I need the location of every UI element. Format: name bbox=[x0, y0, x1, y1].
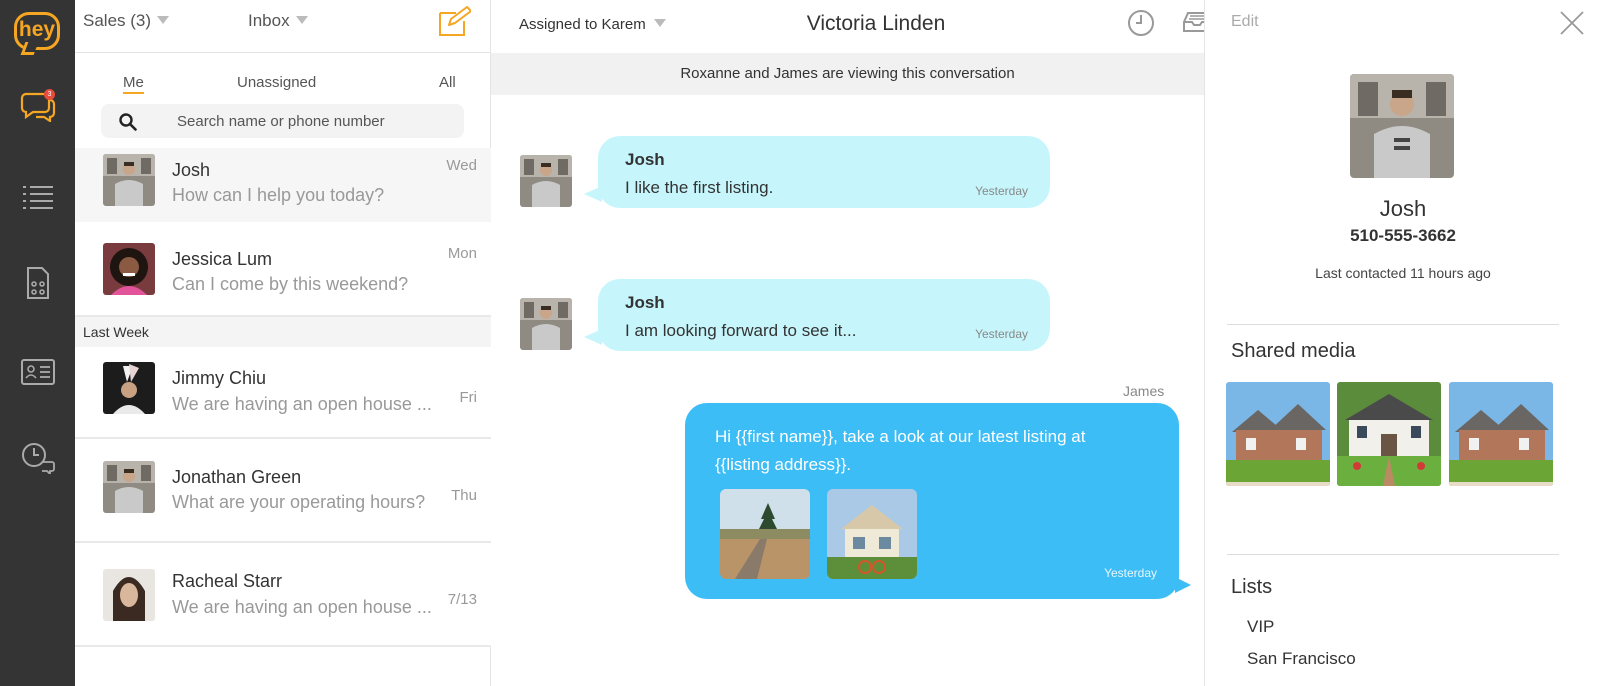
message-text: I like the first listing. bbox=[625, 178, 774, 197]
contact-avatar bbox=[1350, 74, 1454, 178]
search-box bbox=[101, 104, 464, 138]
outgoing-message: Hi {{first name}}, take a look at our la… bbox=[685, 403, 1191, 599]
incoming-message: Josh I am looking forward to see it... Y… bbox=[584, 279, 1050, 351]
avatar bbox=[103, 243, 155, 295]
conversation-date: Fri bbox=[459, 389, 478, 406]
search-icon bbox=[119, 113, 137, 131]
section-header-last-week: Last Week bbox=[75, 317, 491, 347]
clipboard-icon[interactable] bbox=[20, 266, 56, 300]
compose-icon[interactable] bbox=[437, 5, 471, 37]
message-preview: What are your operating hours? bbox=[172, 492, 426, 512]
conversation-item[interactable]: Jonathan Green What are your operating h… bbox=[75, 439, 491, 543]
attachment-image[interactable] bbox=[827, 489, 917, 579]
hey-logo[interactable]: hey bbox=[14, 12, 60, 50]
conversation-date: Wed bbox=[446, 157, 477, 174]
conversation-date: Mon bbox=[447, 245, 477, 262]
assignment-filter-tabs: Me Unassigned All bbox=[75, 74, 491, 96]
message-text: Hi {{first name}}, take a look at our la… bbox=[715, 427, 1086, 474]
folder-dropdown[interactable]: Inbox bbox=[248, 11, 308, 31]
unread-badge: 3 bbox=[44, 89, 55, 100]
attachment-image[interactable] bbox=[720, 489, 810, 579]
conversation-item[interactable]: Racheal Starr We are having an open hous… bbox=[75, 543, 491, 647]
app-root: hey 3 Sales (3) Inbox Me Unassigned All … bbox=[0, 0, 1600, 686]
tab-unassigned[interactable]: Unassigned bbox=[237, 74, 316, 91]
message-preview: We are having an open house ... bbox=[172, 597, 432, 617]
avatar bbox=[103, 461, 155, 513]
list-icon[interactable] bbox=[20, 181, 56, 215]
chevron-down-icon bbox=[157, 16, 170, 24]
contact-phone: 510-555-3662 bbox=[1350, 226, 1456, 245]
team-dropdown-label: Sales (3) bbox=[83, 11, 152, 30]
conversation-date: Thu bbox=[451, 487, 477, 504]
clock-icon[interactable] bbox=[1127, 9, 1155, 37]
search-input[interactable] bbox=[177, 104, 447, 138]
shared-media-image[interactable] bbox=[1449, 382, 1553, 486]
contact-name: Josh bbox=[1379, 196, 1427, 221]
tab-all[interactable]: All bbox=[439, 74, 456, 91]
shared-media-image[interactable] bbox=[1337, 382, 1441, 486]
team-dropdown[interactable]: Sales (3) bbox=[83, 11, 170, 31]
left-rail: hey 3 bbox=[0, 0, 75, 686]
viewers-banner: Roxanne and James are viewing this conve… bbox=[491, 53, 1204, 95]
message-preview: We are having an open house ... bbox=[172, 394, 432, 414]
outgoing-sender: James bbox=[1123, 383, 1165, 399]
message-timestamp: Yesterday bbox=[975, 327, 1028, 341]
lists-heading: Lists bbox=[1231, 576, 1273, 598]
chat-panel: Assigned to Karem Victoria Linden Roxann… bbox=[491, 0, 1211, 686]
contact-name: Racheal Starr bbox=[172, 571, 283, 591]
avatar bbox=[520, 298, 572, 350]
message-timestamp: Yesterday bbox=[975, 184, 1028, 198]
message-sender: Josh bbox=[625, 150, 665, 169]
avatar bbox=[103, 569, 155, 621]
conversation-item[interactable]: Jimmy Chiu We are having an open house .… bbox=[75, 347, 491, 439]
edit-button[interactable]: Edit bbox=[1231, 13, 1259, 31]
list-tag[interactable]: VIP bbox=[1247, 617, 1274, 637]
folder-dropdown-label: Inbox bbox=[248, 11, 290, 30]
contact-name: Josh bbox=[172, 160, 211, 180]
divider bbox=[1227, 324, 1559, 325]
conversation-item[interactable]: Jessica Lum Can I come by this weekend? … bbox=[75, 222, 491, 317]
list-header: Sales (3) Inbox bbox=[75, 0, 491, 53]
contact-details-panel: Edit Josh 510-555-3662 Last contacted 11… bbox=[1204, 0, 1600, 686]
last-contacted: Last contacted 11 hours ago bbox=[1315, 265, 1491, 281]
contact-card-icon[interactable] bbox=[20, 355, 56, 389]
shared-media-heading: Shared media bbox=[1231, 340, 1356, 362]
message-preview: Can I come by this weekend? bbox=[172, 274, 409, 294]
contact-name: Jimmy Chiu bbox=[172, 368, 267, 388]
list-tag[interactable]: San Francisco bbox=[1247, 649, 1356, 669]
message-timestamp: Yesterday bbox=[1104, 566, 1157, 580]
conversation-list-panel: Sales (3) Inbox Me Unassigned All Search… bbox=[75, 0, 491, 686]
message-text: I am looking forward to see it... bbox=[625, 321, 857, 340]
tab-me[interactable]: Me bbox=[123, 74, 144, 94]
avatar bbox=[520, 155, 572, 207]
conversation-item[interactable]: Josh How can I help you today? Wed bbox=[75, 148, 491, 222]
chevron-down-icon bbox=[295, 16, 308, 24]
clock-chat-icon[interactable] bbox=[20, 440, 56, 474]
contact-name: Jonathan Green bbox=[172, 467, 302, 487]
conversation-date: 7/13 bbox=[447, 591, 477, 608]
message-preview: How can I help you today? bbox=[172, 185, 385, 205]
shared-media-image[interactable] bbox=[1226, 382, 1330, 486]
message-sender: Josh bbox=[625, 293, 665, 312]
close-icon[interactable] bbox=[1559, 10, 1585, 36]
divider bbox=[1227, 554, 1559, 555]
incoming-message: Josh I like the first listing. Yesterday bbox=[584, 136, 1050, 208]
avatar bbox=[103, 154, 155, 206]
contact-name: Jessica Lum bbox=[172, 249, 273, 269]
avatar bbox=[103, 362, 155, 414]
chat-header: Assigned to Karem Victoria Linden bbox=[491, 0, 1211, 53]
